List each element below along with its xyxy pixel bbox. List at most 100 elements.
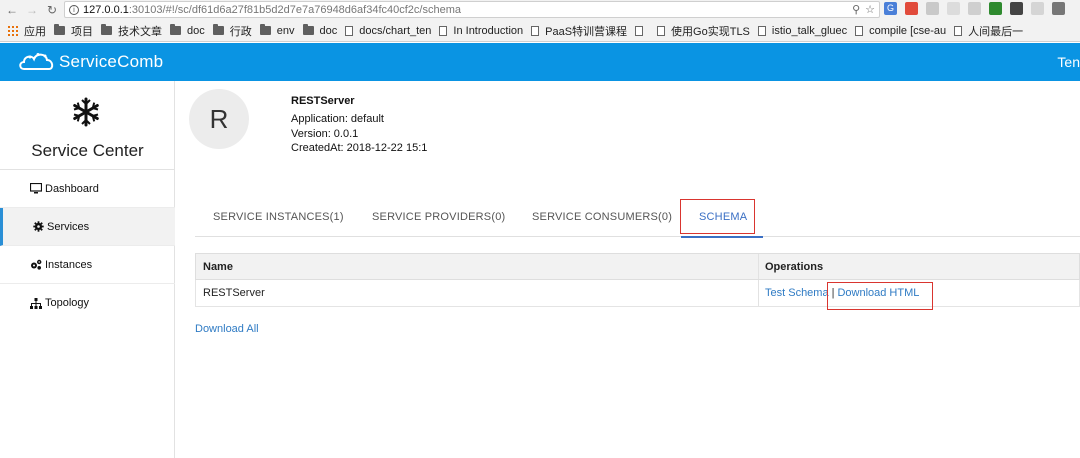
tab-service-providers[interactable]: SERVICE PROVIDERS(0) <box>372 211 505 223</box>
arrow-extension-icon[interactable] <box>968 2 981 15</box>
bookmark-label: In Introduction <box>453 24 524 37</box>
address-bar[interactable]: i 127.0.0.1 :30103/#!/sc/df61d6a27f81b5d… <box>64 1 880 18</box>
sidebar-menu: Dashboard Services Instances Topology <box>0 169 175 322</box>
folder-icon <box>302 24 314 35</box>
folder-icon <box>54 24 65 35</box>
column-header-name: Name <box>196 254 759 279</box>
bookmark-item[interactable]: doc <box>302 24 338 37</box>
bookmark-item[interactable]: PaaS特训营课程 <box>531 23 627 39</box>
bookmark-item[interactable]: 技术文章 <box>101 23 162 39</box>
bookmark-item[interactable]: 使用Go实现TLS <box>657 23 750 39</box>
back-icon[interactable]: ← <box>4 2 20 18</box>
green-extension-icon[interactable] <box>989 2 1002 15</box>
bookmark-item[interactable]: istio_talk_gluec <box>757 24 848 37</box>
monitor-icon <box>30 183 42 195</box>
bookmark-item[interactable]: doc <box>170 24 205 37</box>
forward-icon[interactable]: → <box>24 2 40 18</box>
bookmark-label: compile [cse-au <box>869 24 947 37</box>
sidebar-item-services[interactable]: Services <box>0 208 175 246</box>
bookmark-item[interactable]: env <box>259 24 295 37</box>
folder-icon <box>259 24 271 35</box>
bookmark-label: 使用Go实现TLS <box>671 25 750 38</box>
zoom-icon[interactable]: ⚲ <box>852 3 860 16</box>
bookmark-item[interactable]: docs/chart_ten <box>345 25 431 37</box>
logo-text: ServiceComb <box>59 52 164 71</box>
service-version: Version: 0.0.1 <box>291 128 359 140</box>
bookmark-item[interactable] <box>635 25 649 36</box>
bookmark-star-icon[interactable]: ☆ <box>865 3 875 16</box>
bookmark-item[interactable]: 人间最后一 <box>954 23 1023 39</box>
sidebar-title: Service Center <box>31 141 144 160</box>
page-icon <box>657 25 666 36</box>
active-tab-indicator <box>681 236 763 238</box>
bookmark-label: 人间最后一 <box>968 25 1024 38</box>
sidebar-item-label: Topology <box>45 297 90 309</box>
download-html-highlight-box <box>827 282 933 310</box>
bookmark-label: 技术文章 <box>118 25 162 38</box>
service-created-at: CreatedAt: 2018-12-22 15:1 <box>291 142 428 154</box>
servicecomb-logo[interactable]: ServiceComb <box>18 51 163 73</box>
schema-tab-highlight-box <box>680 199 755 234</box>
extension-icons: G <box>884 2 1065 15</box>
page-icon <box>439 25 448 36</box>
page-icon <box>635 25 644 36</box>
folder-icon <box>101 24 112 35</box>
url-path: :30103/#!/sc/df61d6a27f81b5d2d7e7a76948d… <box>128 3 461 16</box>
page-icon <box>855 25 864 36</box>
folder-icon <box>170 24 181 35</box>
download-all-link[interactable]: Download All <box>195 323 259 335</box>
sidebar-item-label: Instances <box>45 258 93 271</box>
bookmark-item[interactable]: In Introduction <box>439 25 523 37</box>
sidebar-item-instances[interactable]: Instances <box>0 246 175 284</box>
sidebar-item-dashboard[interactable]: Dashboard <box>0 170 175 208</box>
sidebar-item-label: Dashboard <box>45 182 99 195</box>
bookmark-label: docs/chart_ten <box>359 24 432 37</box>
sidebar: Service Center Dashboard Services Instan… <box>0 81 175 458</box>
bookmark-label: env <box>276 24 295 37</box>
cloud-logo-icon <box>19 53 54 70</box>
table-header-row: Name Operations <box>195 253 1080 280</box>
column-header-operations: Operations <box>765 260 824 273</box>
service-application: Application: default <box>291 113 384 125</box>
bookmark-label: doc <box>319 24 338 37</box>
bookmark-item[interactable]: compile [cse-au <box>855 25 946 37</box>
reload-icon[interactable]: ↻ <box>44 2 60 18</box>
test-schema-link[interactable]: Test Schema <box>765 287 829 299</box>
tab-service-instances[interactable]: SERVICE INSTANCES(1) <box>213 211 344 223</box>
page-icon <box>531 25 540 36</box>
info-icon[interactable]: i <box>69 4 79 15</box>
table-row: RESTServer Test Schema | Download HTML <box>195 280 1080 307</box>
bookmarks-bar: 应用 项目 技术文章 doc 行政 env doc docs/chart_ten In Intr… <box>0 20 1080 42</box>
bookmark-label: 行政 <box>229 25 252 38</box>
bookmark-label: istio_talk_gluec <box>771 24 848 37</box>
sidebar-item-topology[interactable]: Topology <box>0 284 175 322</box>
sidebar-item-label: Services <box>47 220 90 233</box>
bookmark-item[interactable]: 行政 <box>212 23 252 39</box>
url-host: 127.0.0.1 <box>83 3 129 16</box>
bookmark-item[interactable]: 应用 <box>8 23 46 39</box>
grey-extension-icon[interactable] <box>926 2 939 15</box>
red-extension-icon[interactable] <box>905 2 918 15</box>
bookmark-item[interactable]: 项目 <box>54 23 93 39</box>
tenant-menu[interactable]: Ten <box>1057 54 1080 70</box>
bookmark-label: PaaS特训营课程 <box>545 25 628 38</box>
tab-service-consumers[interactable]: SERVICE CONSUMERS(0) <box>532 211 672 223</box>
es-extension-icon[interactable] <box>1052 2 1065 15</box>
apps-grid-icon <box>8 25 18 36</box>
outline-extension-icon[interactable] <box>947 2 960 15</box>
translate-extension-icon[interactable]: G <box>884 2 897 15</box>
browser-url-bar: ← → ↻ i 127.0.0.1 :30103/#!/sc/df61d6a27… <box>0 0 1080 20</box>
schema-table: Name Operations RESTServer Test Schema | D… <box>195 253 1080 307</box>
bookmark-label: doc <box>187 24 205 37</box>
schema-name-cell: RESTServer <box>196 280 759 306</box>
glasses-extension-icon[interactable] <box>1010 2 1023 15</box>
sitemap-icon <box>30 297 42 309</box>
page-icon <box>345 25 354 36</box>
gears-icon <box>30 259 42 271</box>
service-tabs: SERVICE INSTANCES(1) SERVICE PROVIDERS(0… <box>195 199 1080 237</box>
lightning-extension-icon[interactable] <box>1031 2 1044 15</box>
service-avatar: R <box>189 89 249 149</box>
page-icon <box>757 25 766 36</box>
snowflake-icon <box>73 97 99 127</box>
app-header: ServiceComb Ten <box>0 43 1080 81</box>
